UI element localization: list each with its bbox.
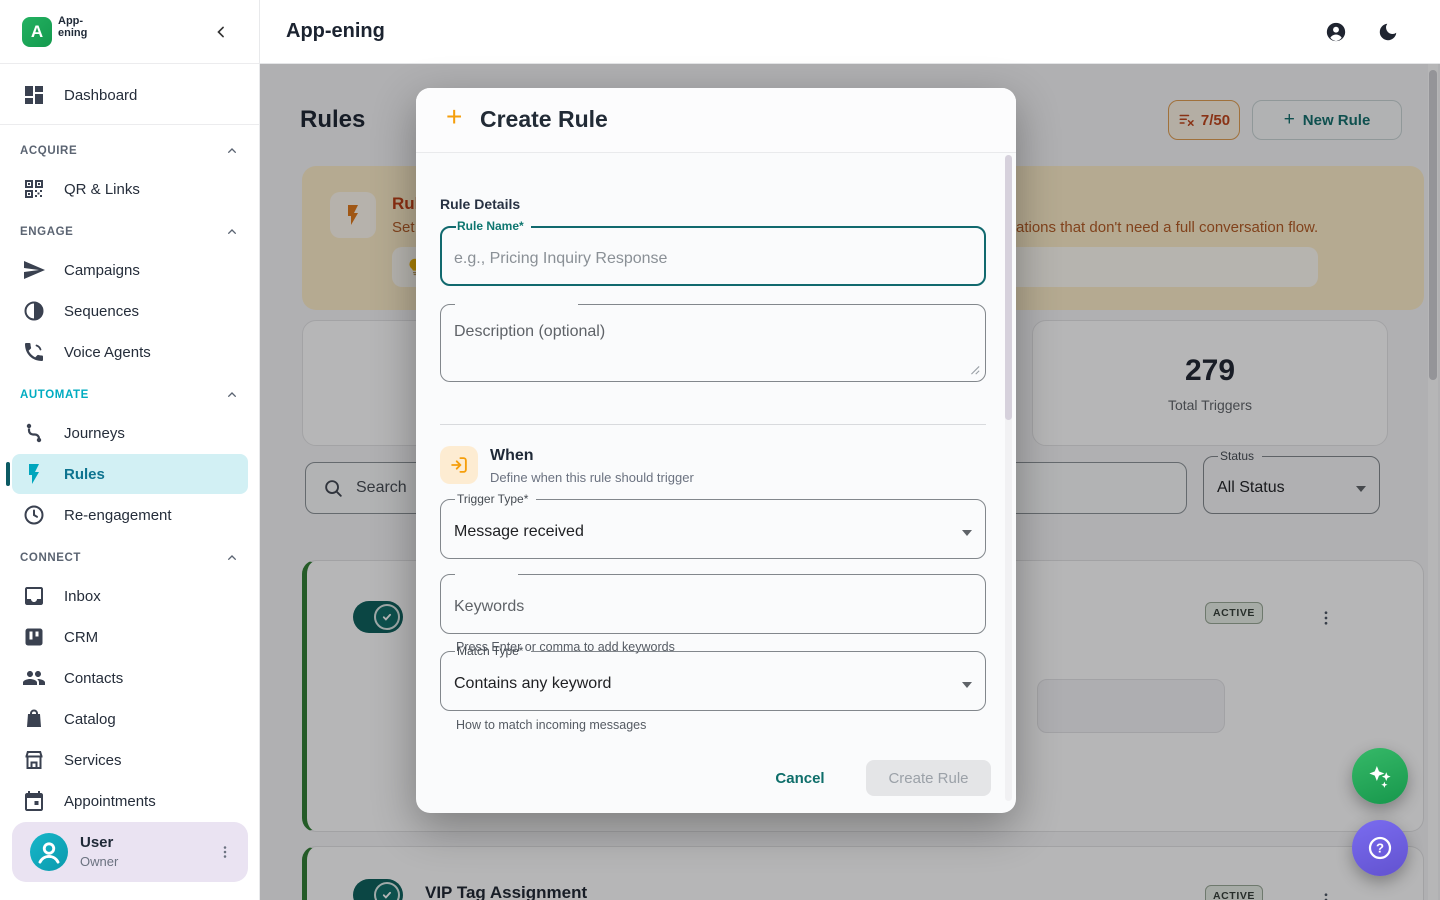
create-rule-modal: + Create Rule Rule Details Rule Name* Ru… [416,88,1016,813]
sidebar-item-reengagement[interactable]: Re-engagement [12,495,248,535]
app-logo-line2: ening [58,28,87,40]
keywords-input[interactable] [440,580,986,634]
match-type-select[interactable]: Match Type* Match Type* Contains any key… [440,657,986,711]
dark-mode-toggle[interactable] [1377,21,1399,43]
sparkles-icon [1365,761,1395,791]
sidebar-item-rules[interactable]: Rules [12,454,248,494]
inbox-icon [22,584,46,608]
app-title: App-ening [286,20,385,43]
account-circle-icon [1325,21,1347,43]
people-icon [22,666,46,690]
trigger-type-value[interactable]: Message received [440,505,986,559]
sidebar-item-inbox[interactable]: Inbox [12,576,248,616]
match-type-label: Match Type* [453,644,527,658]
account-button[interactable] [1325,21,1347,43]
qr-code-icon [22,177,46,201]
svg-text:?: ? [1376,841,1384,856]
match-type-value[interactable]: Contains any keyword [440,657,986,711]
trigger-type-select[interactable]: Trigger Type* Trigger Type* Message rece… [440,505,986,559]
dashboard-icon [22,83,46,107]
sidebar-item-contacts[interactable]: Contacts [12,658,248,698]
app-logo-line1: App- [58,16,87,28]
user-name: User [80,834,113,851]
trigger-type-label: Trigger Type* [453,492,532,506]
phone-icon [22,340,46,364]
sidebar-section-automate[interactable]: AUTOMATE [20,385,240,405]
login-arrow-icon [448,454,470,476]
user-menu-button[interactable] [216,840,234,864]
sidebar-section-acquire[interactable]: ACQUIRE [20,141,240,161]
send-icon [22,258,46,282]
sidebar-item-sequences[interactable]: Sequences [12,291,248,331]
app-logo-text: App- ening [58,16,87,39]
sidebar-collapse-button[interactable] [211,22,231,42]
rule-name-input[interactable] [440,232,986,286]
clock-icon [22,503,46,527]
chevron-down-icon [962,682,972,688]
sidebar-item-services[interactable]: Services [12,740,248,780]
description-input[interactable] [440,310,986,382]
sidebar-logo-row: A App- ening [0,0,259,64]
sequences-icon [22,299,46,323]
chevron-left-icon [211,22,231,42]
section-divider [440,424,986,425]
sidebar-item-crm[interactable]: CRM [12,617,248,657]
when-section-title: When [490,447,534,465]
rule-name-label: Rule Name* [453,219,528,233]
sidebar-item-journeys[interactable]: Journeys [12,413,248,453]
match-type-helper-text: How to match incoming messages [456,718,646,732]
sidebar-section-engage[interactable]: ENGAGE [20,222,240,242]
user-card[interactable]: User Owner [12,822,248,882]
resize-handle-icon[interactable] [968,363,980,375]
plus-icon: + [446,101,462,133]
moon-icon [1377,21,1399,43]
modal-scrollbar-thumb[interactable] [1005,155,1012,420]
calendar-icon [22,789,46,813]
dots-vertical-icon [216,840,234,864]
app-logo-icon: A [22,17,52,47]
description-field: Description (optional) [440,310,986,382]
sidebar-item-voice-agents[interactable]: Voice Agents [12,332,248,372]
kanban-icon [22,625,46,649]
keywords-field: Keywords [440,580,986,634]
chevron-up-icon [224,550,240,566]
avatar [30,833,68,871]
route-icon [22,421,46,445]
app-logo-letter: A [31,22,43,42]
when-section-subtitle: Define when this rule should trigger [490,470,694,485]
sidebar-item-dashboard[interactable]: Dashboard [12,75,248,115]
sidebar-section-connect[interactable]: CONNECT [20,548,240,568]
sidebar-item-qr-links[interactable]: QR & Links [12,169,248,209]
ai-assistant-fab[interactable] [1352,748,1408,804]
user-role: Owner [80,854,118,869]
cancel-button[interactable]: Cancel [761,760,839,796]
create-rule-button[interactable]: Create Rule [866,760,991,796]
chevron-up-icon [224,143,240,159]
help-icon: ? [1365,833,1395,863]
sidebar-item-catalog[interactable]: Catalog [12,699,248,739]
sidebar-item-appointments[interactable]: Appointments [12,781,248,821]
person-icon [30,833,68,871]
rule-name-field: Rule Name* Rule Name* [440,232,986,286]
modal-title: Create Rule [480,106,608,133]
rule-details-heading: Rule Details [440,196,520,212]
shopping-bag-icon [22,707,46,731]
when-section-icon-box [440,446,478,484]
chevron-up-icon [224,387,240,403]
modal-header: + Create Rule [416,88,1016,153]
help-fab[interactable]: ? [1352,820,1408,876]
sidebar-item-campaigns[interactable]: Campaigns [12,250,248,290]
chevron-up-icon [224,224,240,240]
sidebar: A App- ening Dashboard ACQUIRE QR & Link… [0,0,260,900]
bolt-icon [22,462,46,486]
topbar: App-ening [260,0,1440,64]
sidebar-divider [0,124,259,125]
storefront-icon [22,748,46,772]
active-item-indicator [6,462,10,486]
chevron-down-icon [962,530,972,536]
